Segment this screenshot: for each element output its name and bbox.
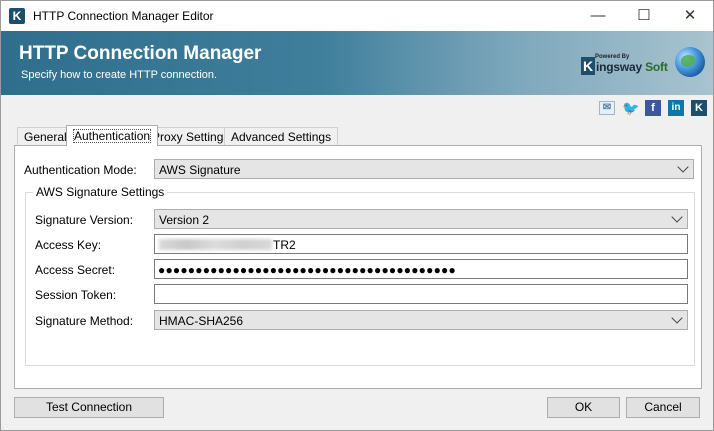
editor-window: K HTTP Connection Manager Editor — ☐ ✕ H… <box>0 0 714 431</box>
header-banner: HTTP Connection Manager Specify how to c… <box>1 31 713 95</box>
tab-authentication[interactable]: Authentication <box>66 125 159 146</box>
twitter-icon[interactable]: 🐦 <box>622 100 639 116</box>
ok-button[interactable]: OK <box>547 397 620 418</box>
access-key-redacted <box>159 239 272 250</box>
tab-authentication-label: Authentication <box>73 129 152 143</box>
signature-method-value: HMAC-SHA256 <box>159 314 244 328</box>
chevron-down-icon <box>671 211 683 223</box>
auth-mode-select[interactable]: AWS Signature <box>154 159 694 179</box>
minimize-button[interactable]: — <box>575 1 621 31</box>
linkedin-icon[interactable]: in <box>668 100 684 116</box>
signature-method-label: Signature Method: <box>35 314 134 328</box>
logo-k-mark: K <box>581 57 595 75</box>
logo-word-a: ingsway <box>596 60 642 74</box>
signature-version-select[interactable]: Version 2 <box>154 209 688 229</box>
chevron-down-icon <box>677 161 689 173</box>
tab-advanced-settings[interactable]: Advanced Settings <box>224 127 339 146</box>
close-button[interactable]: ✕ <box>667 1 713 31</box>
maximize-button[interactable]: ☐ <box>621 1 667 31</box>
auth-mode-label: Authentication Mode: <box>24 163 137 177</box>
session-token-label: Session Token: <box>35 288 117 302</box>
test-connection-button[interactable]: Test Connection <box>14 397 164 418</box>
authentication-panel: Authentication Mode: AWS Signature AWS S… <box>14 145 702 389</box>
signature-version-value: Version 2 <box>159 213 210 227</box>
chevron-down-icon <box>671 312 683 324</box>
access-secret-label: Access Secret: <box>35 263 116 277</box>
title-bar: K HTTP Connection Manager Editor — ☐ ✕ <box>1 1 713 31</box>
window-title: HTTP Connection Manager Editor <box>33 9 214 23</box>
kingsway-link-icon[interactable]: K <box>691 100 707 116</box>
logo-word-b: Soft <box>645 60 668 74</box>
access-secret-field[interactable]: ●●●●●●●●●●●●●●●●●●●●●●●●●●●●●●●●●●●●●●●● <box>154 259 688 279</box>
session-token-field[interactable] <box>154 284 688 304</box>
signature-version-label: Signature Version: <box>35 213 134 227</box>
aws-signature-group-title: AWS Signature Settings <box>33 185 168 199</box>
auth-mode-value: AWS Signature <box>159 163 241 177</box>
banner-title: HTTP Connection Manager <box>19 43 262 64</box>
access-secret-value: ●●●●●●●●●●●●●●●●●●●●●●●●●●●●●●●●●●●●●●●● <box>158 263 456 277</box>
tab-proxy-settings[interactable]: Proxy Settings <box>145 127 237 146</box>
mail-icon[interactable]: ✉ <box>599 101 615 115</box>
access-key-label: Access Key: <box>35 238 102 252</box>
kingswaysoft-logo: Powered By K ingsway Soft <box>581 54 673 77</box>
logo-wordmark: ingsway Soft <box>596 60 668 74</box>
banner-subtitle: Specify how to create HTTP connection. <box>21 69 218 81</box>
globe-icon <box>675 47 705 77</box>
access-key-field[interactable]: TR2 <box>154 234 688 254</box>
access-key-suffix: TR2 <box>273 238 296 252</box>
facebook-icon[interactable]: f <box>645 100 661 116</box>
cancel-button[interactable]: Cancel <box>626 397 700 418</box>
signature-method-select[interactable]: HMAC-SHA256 <box>154 310 688 330</box>
kingsway-app-icon: K <box>9 8 25 24</box>
